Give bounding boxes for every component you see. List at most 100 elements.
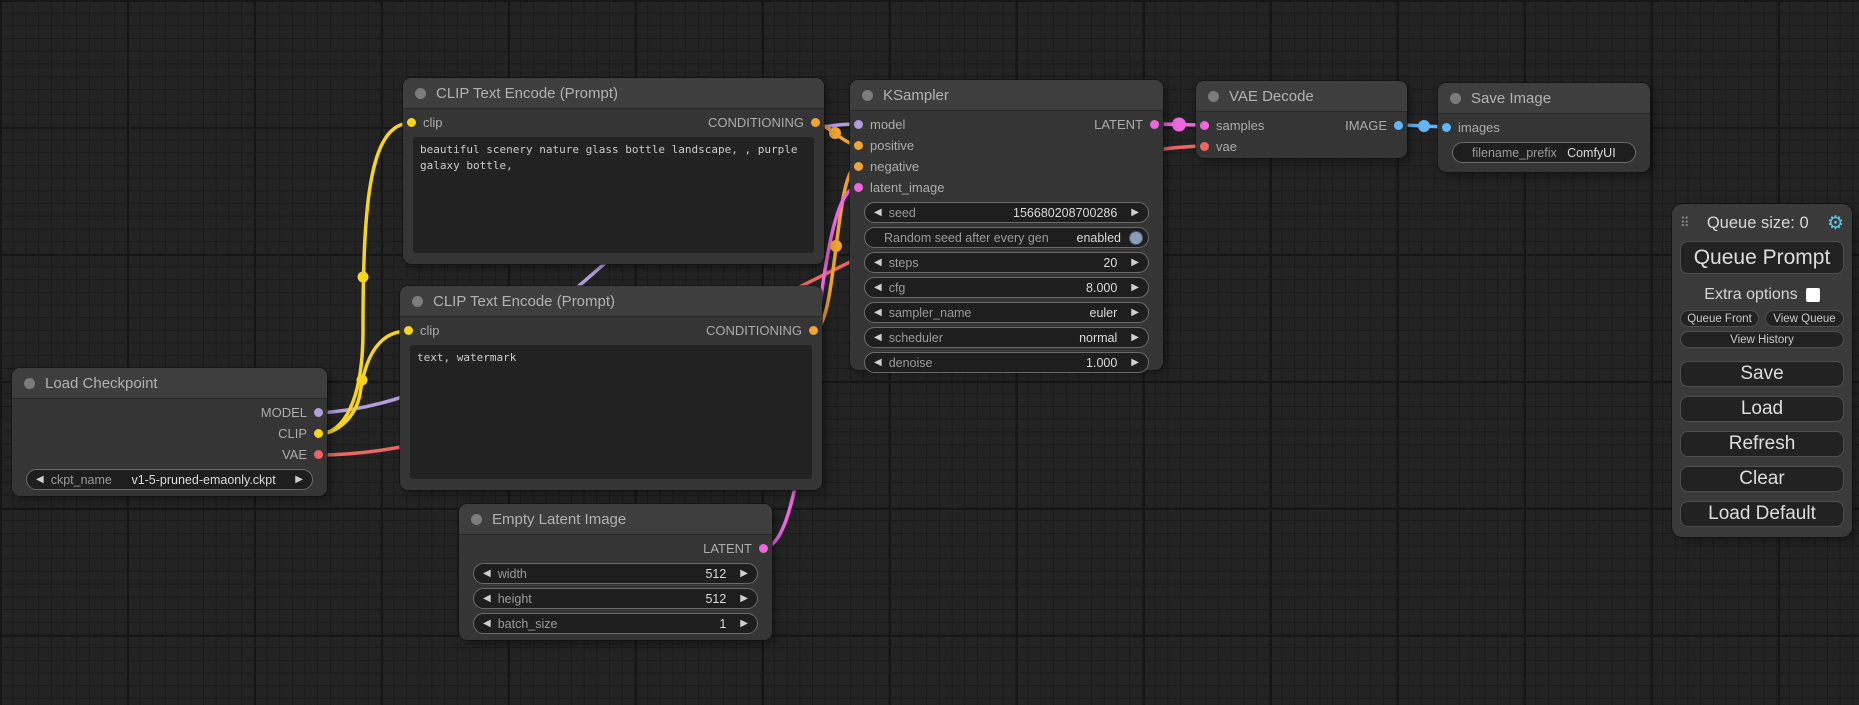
widget-filename-prefix[interactable]: filename_prefix ComfyUI bbox=[1452, 142, 1636, 163]
toggle-on-icon[interactable] bbox=[1129, 231, 1143, 245]
decrement-arrow-icon[interactable]: ◀ bbox=[874, 258, 882, 268]
widget-random-seed-toggle[interactable]: Random seed after every gen enabled bbox=[864, 227, 1149, 248]
link-dot-image[interactable] bbox=[1418, 120, 1430, 132]
view-queue-button[interactable]: View Queue bbox=[1765, 310, 1844, 327]
widget-cfg[interactable]: ◀ cfg 8.000 ▶ bbox=[864, 277, 1149, 298]
increment-arrow-icon[interactable]: ▶ bbox=[740, 619, 748, 629]
slot-dot-latent-image-input[interactable] bbox=[854, 183, 863, 192]
slot-dot-negative-input[interactable] bbox=[854, 162, 863, 171]
collapse-dot-icon[interactable] bbox=[412, 296, 423, 307]
extra-options-checkbox[interactable] bbox=[1806, 288, 1820, 302]
node-title-bar[interactable]: VAE Decode bbox=[1196, 81, 1407, 112]
collapse-dot-icon[interactable] bbox=[1208, 91, 1219, 102]
collapse-dot-icon[interactable] bbox=[415, 88, 426, 99]
decrement-arrow-icon[interactable]: ◀ bbox=[483, 569, 491, 579]
load-default-button[interactable]: Load Default bbox=[1680, 501, 1844, 527]
increment-arrow-icon[interactable]: ▶ bbox=[1131, 358, 1139, 368]
link-dot-clip-1[interactable] bbox=[358, 272, 369, 283]
node-title-bar[interactable]: Save Image bbox=[1438, 83, 1650, 114]
slot-dot-vae-output[interactable] bbox=[314, 450, 323, 459]
increment-arrow-icon[interactable]: ▶ bbox=[295, 475, 303, 485]
queue-prompt-button[interactable]: Queue Prompt bbox=[1680, 241, 1844, 274]
increment-arrow-icon[interactable]: ▶ bbox=[740, 569, 748, 579]
widget-label: cfg bbox=[889, 281, 906, 295]
node-clip-text-encode-negative[interactable]: CLIP Text Encode (Prompt) clip CONDITION… bbox=[400, 286, 822, 490]
load-button[interactable]: Load bbox=[1680, 396, 1844, 422]
widget-label: seed bbox=[889, 206, 916, 220]
widget-value: enabled bbox=[1077, 231, 1122, 245]
node-title-bar[interactable]: Load Checkpoint bbox=[12, 368, 327, 399]
slot-label-clip-output: CLIP bbox=[278, 426, 307, 441]
widget-denoise[interactable]: ◀ denoise 1.000 ▶ bbox=[864, 352, 1149, 373]
increment-arrow-icon[interactable]: ▶ bbox=[1131, 308, 1139, 318]
slot-dot-conditioning-output[interactable] bbox=[811, 118, 820, 127]
settings-gear-icon[interactable]: ⚙ bbox=[1827, 214, 1844, 233]
widget-batch-size[interactable]: ◀ batch_size 1 ▶ bbox=[473, 613, 758, 634]
slot-dot-image-output[interactable] bbox=[1394, 121, 1403, 130]
increment-arrow-icon[interactable]: ▶ bbox=[1131, 208, 1139, 218]
collapse-dot-icon[interactable] bbox=[1450, 93, 1461, 104]
node-load-checkpoint[interactable]: Load Checkpoint MODEL CLIP VAE bbox=[12, 368, 327, 496]
view-history-button[interactable]: View History bbox=[1680, 331, 1844, 348]
slot-dot-clip-output[interactable] bbox=[314, 429, 323, 438]
node-vae-decode[interactable]: VAE Decode samples IMAGE vae bbox=[1196, 81, 1407, 158]
slot-dot-model-input[interactable] bbox=[854, 120, 863, 129]
slot-dot-model-output[interactable] bbox=[314, 408, 323, 417]
widget-ckpt-name[interactable]: ◀ ckpt_name v1-5-pruned-emaonly.ckpt ▶ bbox=[26, 469, 313, 490]
decrement-arrow-icon[interactable]: ◀ bbox=[483, 619, 491, 629]
node-empty-latent-image[interactable]: Empty Latent Image LATENT ◀ width 512 ▶ … bbox=[459, 504, 772, 640]
negative-prompt-text[interactable]: text, watermark bbox=[410, 345, 812, 479]
widget-value: 1 bbox=[719, 617, 726, 631]
widget-steps[interactable]: ◀ steps 20 ▶ bbox=[864, 252, 1149, 273]
widget-value: v1-5-pruned-emaonly.ckpt bbox=[121, 473, 285, 487]
widget-scheduler[interactable]: ◀ scheduler normal ▶ bbox=[864, 327, 1149, 348]
save-button[interactable]: Save bbox=[1680, 361, 1844, 387]
slot-dot-positive-input[interactable] bbox=[854, 141, 863, 150]
node-title-bar[interactable]: CLIP Text Encode (Prompt) bbox=[403, 78, 824, 109]
link-dot-latent[interactable] bbox=[1172, 118, 1186, 132]
increment-arrow-icon[interactable]: ▶ bbox=[740, 594, 748, 604]
node-title-bar[interactable]: KSampler bbox=[850, 80, 1163, 111]
collapse-dot-icon[interactable] bbox=[24, 378, 35, 389]
drag-handle-icon[interactable]: ⠿ bbox=[1680, 215, 1689, 231]
graph-canvas[interactable]: CLIP Text Encode (Prompt) clip CONDITION… bbox=[0, 0, 1859, 705]
increment-arrow-icon[interactable]: ▶ bbox=[1131, 333, 1139, 343]
decrement-arrow-icon[interactable]: ◀ bbox=[874, 358, 882, 368]
widget-width[interactable]: ◀ width 512 ▶ bbox=[473, 563, 758, 584]
link-dot-conditioning-1[interactable] bbox=[829, 127, 841, 139]
widget-height[interactable]: ◀ height 512 ▶ bbox=[473, 588, 758, 609]
widget-sampler-name[interactable]: ◀ sampler_name euler ▶ bbox=[864, 302, 1149, 323]
collapse-dot-icon[interactable] bbox=[471, 514, 482, 525]
clear-button[interactable]: Clear bbox=[1680, 466, 1844, 492]
decrement-arrow-icon[interactable]: ◀ bbox=[36, 475, 44, 485]
queue-front-button[interactable]: Queue Front bbox=[1680, 310, 1759, 327]
node-title-bar[interactable]: CLIP Text Encode (Prompt) bbox=[400, 286, 822, 317]
node-ksampler[interactable]: KSampler model LATENT positive bbox=[850, 80, 1163, 370]
slot-dot-vae-input[interactable] bbox=[1200, 142, 1209, 151]
node-title-bar[interactable]: Empty Latent Image bbox=[459, 504, 772, 535]
queue-panel[interactable]: ⠿ Queue size: 0 ⚙ Queue Prompt Extra opt… bbox=[1672, 204, 1852, 537]
increment-arrow-icon[interactable]: ▶ bbox=[1131, 283, 1139, 293]
slot-dot-clip-input[interactable] bbox=[407, 118, 416, 127]
decrement-arrow-icon[interactable]: ◀ bbox=[483, 594, 491, 604]
decrement-arrow-icon[interactable]: ◀ bbox=[874, 333, 882, 343]
link-dot-clip-2[interactable] bbox=[357, 375, 368, 386]
link-dot-conditioning-2[interactable] bbox=[830, 240, 842, 252]
slot-dot-latent-output[interactable] bbox=[759, 544, 768, 553]
decrement-arrow-icon[interactable]: ◀ bbox=[874, 283, 882, 293]
node-save-image[interactable]: Save Image images filename_prefix ComfyU… bbox=[1438, 83, 1650, 172]
node-clip-text-encode-positive[interactable]: CLIP Text Encode (Prompt) clip CONDITION… bbox=[403, 78, 824, 264]
positive-prompt-text[interactable]: beautiful scenery nature glass bottle la… bbox=[413, 137, 814, 253]
decrement-arrow-icon[interactable]: ◀ bbox=[874, 208, 882, 218]
widget-seed[interactable]: ◀ seed 156680208700286 ▶ bbox=[864, 202, 1149, 223]
collapse-dot-icon[interactable] bbox=[862, 90, 873, 101]
refresh-button[interactable]: Refresh bbox=[1680, 431, 1844, 457]
slot-dot-images-input[interactable] bbox=[1442, 123, 1451, 132]
increment-arrow-icon[interactable]: ▶ bbox=[1131, 258, 1139, 268]
decrement-arrow-icon[interactable]: ◀ bbox=[874, 308, 882, 318]
slot-dot-latent-output[interactable] bbox=[1150, 120, 1159, 129]
slot-dot-clip-input[interactable] bbox=[404, 326, 413, 335]
slot-dot-samples-input[interactable] bbox=[1200, 121, 1209, 130]
widget-label: height bbox=[498, 592, 532, 606]
slot-dot-conditioning-output[interactable] bbox=[809, 326, 818, 335]
